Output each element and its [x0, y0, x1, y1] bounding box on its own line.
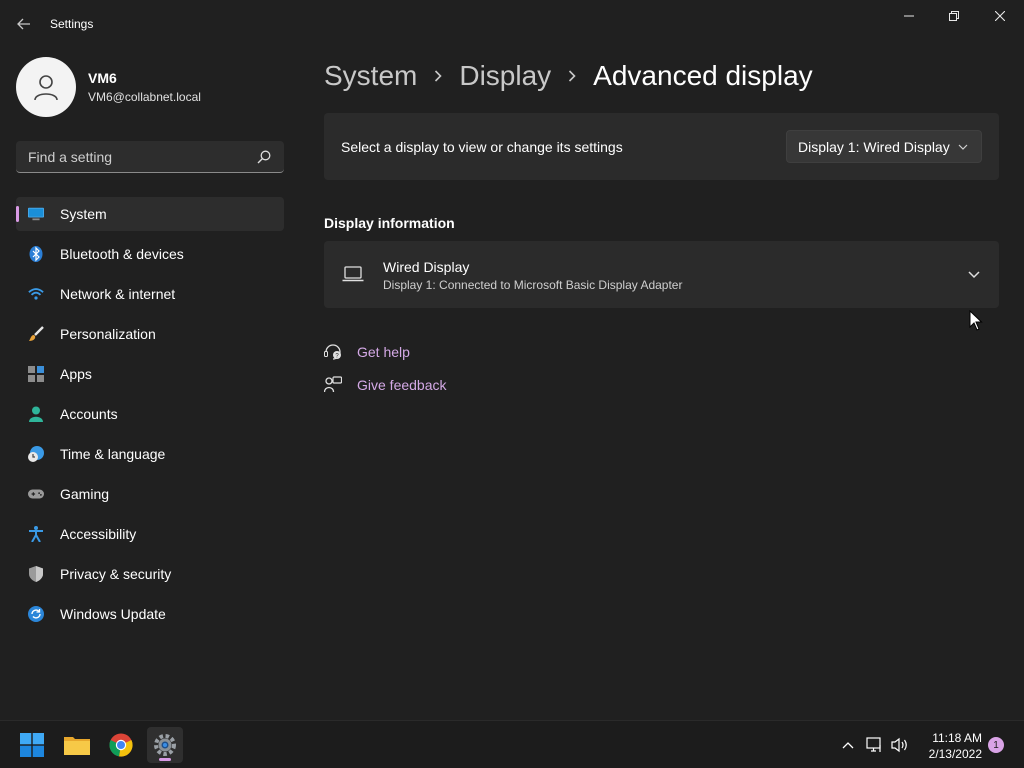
gear-icon — [154, 734, 176, 756]
start-button[interactable] — [14, 727, 50, 763]
sidebar-item-accessibility[interactable]: Accessibility — [16, 517, 284, 551]
select-display-label: Select a display to view or change its s… — [341, 138, 623, 155]
sidebar-nav: System Bluetooth & devices Network & int… — [16, 197, 284, 637]
chevron-right-icon — [417, 70, 459, 82]
sidebar-item-label: Windows Update — [60, 606, 166, 622]
sidebar-item-label: Personalization — [60, 326, 156, 342]
folder-icon — [64, 737, 90, 755]
brush-icon — [28, 326, 44, 342]
chrome-icon — [109, 733, 133, 757]
sidebar-item-bluetooth[interactable]: Bluetooth & devices — [16, 237, 284, 271]
breadcrumb: System Display Advanced display — [324, 58, 813, 94]
sidebar-item-label: Accessibility — [60, 526, 137, 542]
give-feedback-link[interactable]: Give feedback — [324, 376, 447, 394]
sidebar-item-privacy-security[interactable]: Privacy & security — [16, 557, 284, 591]
notification-badge[interactable]: 1 — [988, 737, 1004, 753]
dropdown-value: Display 1: Wired Display — [798, 138, 950, 155]
help-icon: ? — [324, 343, 342, 361]
chevron-down-icon[interactable] — [967, 268, 981, 282]
display-subtitle: Display 1: Connected to Microsoft Basic … — [383, 278, 683, 292]
file-explorer-button[interactable] — [59, 727, 95, 763]
person-icon — [28, 406, 44, 422]
restore-icon — [949, 11, 959, 21]
sidebar-item-network[interactable]: Network & internet — [16, 277, 284, 311]
sidebar-item-label: Bluetooth & devices — [60, 246, 184, 262]
monitor-icon — [28, 206, 44, 222]
sidebar-item-accounts[interactable]: Accounts — [16, 397, 284, 431]
chevron-right-icon — [551, 70, 593, 82]
close-icon — [995, 11, 1005, 21]
shield-icon — [28, 566, 44, 582]
user-profile[interactable]: VM6 VM6@collabnet.local — [16, 57, 201, 117]
maximize-button[interactable] — [934, 6, 974, 26]
network-icon — [866, 737, 881, 752]
chevron-down-icon — [957, 141, 969, 153]
network-tray-button[interactable] — [865, 735, 885, 755]
avatar — [16, 57, 76, 117]
sidebar-item-label: Accounts — [60, 406, 118, 422]
person-icon — [34, 75, 58, 101]
minimize-icon — [904, 15, 914, 17]
chrome-button[interactable] — [103, 727, 139, 763]
gamepad-icon — [28, 486, 44, 502]
page-title: Advanced display — [593, 60, 813, 91]
sidebar-item-label: System — [60, 206, 107, 222]
clock-time: 11:18 AM — [932, 731, 982, 745]
search-input[interactable] — [28, 148, 256, 165]
sidebar-item-label: Gaming — [60, 486, 110, 502]
volume-tray-button[interactable] — [890, 735, 910, 755]
active-indicator — [159, 758, 171, 761]
clock[interactable]: 11:18 AM 2/13/2022 — [918, 730, 982, 762]
sidebar-item-gaming[interactable]: Gaming — [16, 477, 284, 511]
speaker-icon — [891, 737, 907, 753]
breadcrumb-system[interactable]: System — [324, 60, 417, 92]
search-icon[interactable] — [256, 149, 272, 165]
get-help-text: Get help — [357, 344, 410, 360]
section-title: Display information — [324, 215, 455, 231]
sidebar-item-apps[interactable]: Apps — [16, 357, 284, 391]
app-title: Settings — [50, 17, 94, 31]
mouse-cursor-icon — [969, 310, 983, 331]
sidebar-item-label: Network & internet — [60, 286, 176, 302]
minimize-button[interactable] — [889, 6, 929, 26]
get-help-link[interactable]: ? Get help — [324, 343, 410, 361]
apps-icon — [28, 366, 44, 382]
settings-taskbar-button[interactable] — [147, 727, 183, 763]
display-info-card[interactable]: Wired Display Display 1: Connected to Mi… — [324, 241, 999, 308]
profile-name: VM6 — [88, 70, 117, 86]
wifi-icon — [28, 286, 44, 302]
give-feedback-text: Give feedback — [357, 377, 447, 393]
globe-clock-icon — [28, 446, 44, 462]
sidebar-item-personalization[interactable]: Personalization — [16, 317, 284, 351]
select-display-card: Select a display to view or change its s… — [324, 113, 999, 180]
clock-date: 2/13/2022 — [928, 747, 982, 761]
laptop-icon — [342, 265, 364, 283]
sidebar-item-label: Apps — [60, 366, 92, 382]
sidebar-item-label: Privacy & security — [60, 566, 172, 582]
show-hidden-icons-button[interactable] — [838, 735, 858, 755]
windows-logo-icon — [20, 733, 44, 757]
taskbar: 11:18 AM 2/13/2022 1 — [0, 720, 1024, 768]
arrow-left-icon — [17, 18, 30, 30]
close-button[interactable] — [980, 6, 1020, 26]
title-bar: Settings — [0, 0, 1024, 48]
update-icon — [28, 606, 44, 622]
display-title: Wired Display — [383, 259, 470, 275]
sidebar-item-system[interactable]: System — [16, 197, 284, 231]
back-button[interactable] — [14, 14, 34, 34]
feedback-icon — [324, 376, 342, 394]
sidebar-item-label: Time & language — [60, 446, 166, 462]
display-dropdown[interactable]: Display 1: Wired Display — [786, 130, 982, 163]
chevron-up-icon — [842, 742, 854, 749]
sidebar-item-time-language[interactable]: Time & language — [16, 437, 284, 471]
sidebar-item-windows-update[interactable]: Windows Update — [16, 597, 284, 631]
profile-email: VM6@collabnet.local — [88, 90, 201, 104]
breadcrumb-display[interactable]: Display — [459, 60, 551, 92]
search-box — [16, 141, 284, 173]
accessibility-icon — [28, 526, 44, 542]
bluetooth-icon — [28, 246, 44, 262]
